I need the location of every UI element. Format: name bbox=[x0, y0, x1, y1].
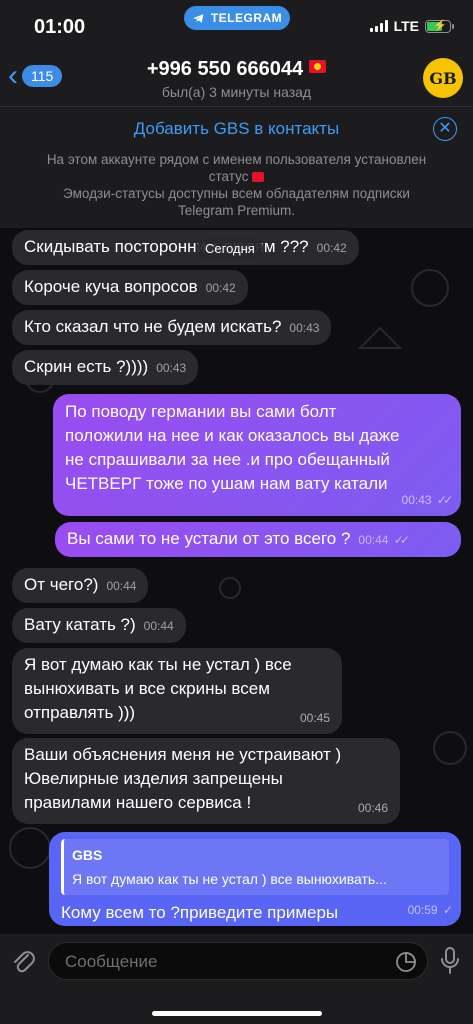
message-text: Кому всем то ?приведите примеры bbox=[61, 903, 339, 922]
emoji-status-flag-icon bbox=[252, 172, 265, 182]
message-outgoing[interactable]: По поводу германии вы сами болт положили… bbox=[53, 394, 461, 516]
message-incoming[interactable]: От чего?) 00:44 bbox=[12, 568, 149, 603]
reply-quote[interactable]: GBS Я вот думаю как ты не устал ) все вы… bbox=[61, 839, 449, 895]
message-text: От чего?) bbox=[24, 575, 99, 594]
network-label: LTE bbox=[393, 18, 419, 34]
avatar[interactable]: GB bbox=[423, 58, 463, 98]
last-seen: был(а) 3 минуты назад bbox=[161, 84, 312, 100]
chat-area[interactable]: Сегодня Скидывать посторонним людям ??? 0… bbox=[0, 228, 473, 934]
message-incoming[interactable]: Скрин есть ?)))) 00:43 bbox=[12, 350, 199, 385]
microphone-icon[interactable] bbox=[439, 946, 461, 976]
sent-check-icon: ✓ bbox=[442, 903, 453, 917]
message-incoming[interactable]: Вату катать ?) 00:44 bbox=[12, 608, 186, 643]
message-text-line: отправлять ))) bbox=[24, 703, 136, 722]
message-text: Вы сами то не устали от это всего ? bbox=[67, 529, 351, 548]
message-meta: 00:43 ✓✓ bbox=[401, 493, 454, 507]
message-time: 00:42 bbox=[205, 281, 236, 295]
message-text-line: вынюхивать и все скрины всем bbox=[24, 679, 270, 698]
message-time: 00:43 bbox=[289, 321, 320, 335]
message-outgoing-reply[interactable]: GBS Я вот думаю как ты не устал ) все вы… bbox=[49, 832, 461, 926]
chat-header: ‹ 115 +996 550 666044 был(а) 3 минуты на… bbox=[0, 52, 473, 106]
message-meta: 00:59 ✓ bbox=[407, 903, 453, 917]
message-text: Короче куча вопросов bbox=[24, 277, 198, 296]
message-time: 00:46 bbox=[357, 801, 388, 815]
message-meta: 00:44 ✓✓ bbox=[358, 533, 410, 547]
read-checks-icon: ✓✓ bbox=[436, 493, 453, 507]
home-indicator bbox=[152, 1011, 322, 1016]
notice-line-2: статус bbox=[208, 169, 249, 184]
message-outgoing[interactable]: Вы сами то не устали от это всего ? 00:44… bbox=[55, 522, 461, 557]
message-text: Скрин есть ?)))) bbox=[24, 357, 149, 376]
clock: 01:00 bbox=[34, 16, 86, 38]
message-text: Скидывать посторонним людям ??? bbox=[24, 237, 309, 256]
notice-line-1: На этом аккаунте рядом с именем пользова… bbox=[46, 152, 427, 167]
chat-title[interactable]: +996 550 666044 bbox=[0, 58, 473, 81]
close-icon[interactable]: ✕ bbox=[433, 117, 457, 141]
message-text-line: Ваши объяснения меня не устраивают ) bbox=[24, 745, 342, 764]
reply-author: GBS bbox=[72, 847, 103, 863]
message-text-line: Я вот думаю как ты не устал ) все bbox=[24, 655, 292, 674]
message-time: 00:44 bbox=[143, 619, 174, 633]
message-incoming[interactable]: Я вот думаю как ты не устал ) все вынюхи… bbox=[12, 648, 342, 734]
date-separator: Сегодня bbox=[197, 238, 263, 259]
add-contact-banner: Добавить GBS в контакты ✕ На этом аккаун… bbox=[0, 106, 473, 228]
telegram-pill-label: TELEGRAM bbox=[210, 11, 283, 25]
message-text-line: По поводу германии вы сами болт bbox=[65, 402, 337, 421]
message-time: 00:42 bbox=[316, 241, 347, 255]
message-incoming[interactable]: Кто сказал что не будем искать? 00:43 bbox=[12, 310, 332, 345]
message-text-line: не спрашивали за нее .и про обещанный bbox=[65, 450, 390, 469]
message-text-line: положили на нее и как оказалось вы даже bbox=[65, 426, 400, 445]
message-incoming[interactable]: Скидывать посторонним людям ??? 00:42 bbox=[12, 230, 359, 265]
reply-text: Я вот думаю как ты не устал ) все вынюхи… bbox=[72, 871, 387, 887]
message-text-line: Ювелирные изделия запрещены bbox=[24, 769, 283, 788]
message-time: 00:44 bbox=[106, 579, 137, 593]
message-input[interactable]: Сообщение bbox=[48, 942, 428, 980]
message-text: Кто сказал что не будем искать? bbox=[24, 317, 282, 336]
notice-line-3: Эмодзи-статусы доступны всем обладателям… bbox=[63, 186, 410, 201]
add-contact-link[interactable]: Добавить GBS в контакты bbox=[0, 119, 473, 139]
premium-status-notice: На этом аккаунте рядом с именем пользова… bbox=[10, 151, 463, 219]
status-bar: 01:00 TELEGRAM LTE ⚡ bbox=[0, 0, 473, 52]
message-text: Вату катать ?) bbox=[24, 615, 136, 634]
read-checks-icon: ✓✓ bbox=[393, 533, 410, 547]
emoji-status-flag-icon bbox=[309, 60, 327, 73]
signal-icon bbox=[369, 20, 388, 32]
message-text-line: правилами нашего сервиса ! bbox=[24, 793, 252, 812]
battery-icon: ⚡ bbox=[425, 19, 454, 33]
telegram-pill[interactable]: TELEGRAM bbox=[184, 6, 290, 30]
message-time: 00:43 bbox=[156, 361, 187, 375]
message-input-placeholder: Сообщение bbox=[65, 952, 158, 971]
sticker-icon[interactable] bbox=[395, 951, 417, 973]
message-time: 00:45 bbox=[299, 711, 330, 725]
message-incoming[interactable]: Короче куча вопросов 00:42 bbox=[12, 270, 248, 305]
composer: Сообщение bbox=[0, 934, 473, 1024]
message-text-line: ЧЕТВЕРГ тоже по ушам нам вату катали bbox=[65, 474, 388, 493]
message-incoming[interactable]: Ваши объяснения меня не устраивают ) Юве… bbox=[12, 738, 400, 824]
status-indicators: LTE ⚡ bbox=[369, 18, 454, 34]
phone-number: +996 550 666044 bbox=[146, 58, 304, 80]
notice-line-4: Telegram Premium. bbox=[177, 203, 296, 218]
attach-icon[interactable] bbox=[10, 946, 36, 976]
telegram-plane-icon bbox=[192, 13, 204, 23]
